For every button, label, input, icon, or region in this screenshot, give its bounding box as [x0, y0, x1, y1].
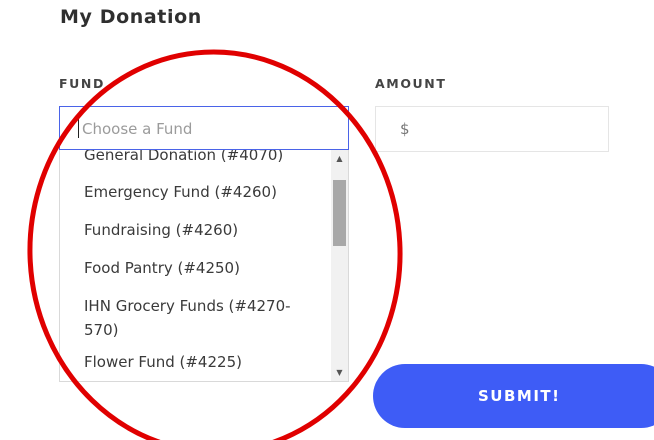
scrollbar-thumb[interactable] — [333, 180, 346, 246]
fund-option[interactable]: General Donation (#4070) — [60, 150, 332, 174]
fund-option[interactable]: IHN Grocery Funds (#4270-570) — [60, 288, 332, 348]
scroll-down-arrow-icon[interactable]: ▼ — [331, 364, 348, 381]
text-caret — [78, 119, 79, 138]
amount-label: AMOUNT — [375, 76, 447, 91]
fund-option[interactable]: Flower Fund (#4225) — [60, 348, 332, 381]
amount-field[interactable]: $ — [375, 106, 609, 152]
submit-button[interactable]: SUBMIT! — [373, 364, 654, 428]
scroll-up-arrow-icon[interactable]: ▲ — [331, 150, 348, 167]
fund-select[interactable] — [59, 106, 349, 151]
fund-label: FUND — [59, 76, 105, 91]
fund-search-input[interactable] — [80, 107, 334, 151]
currency-symbol: $ — [400, 120, 410, 138]
fund-dropdown-list[interactable]: General Donation (#4070) Emergency Fund … — [59, 150, 349, 382]
dropdown-scrollbar[interactable]: ▲ ▼ — [331, 150, 348, 381]
fund-option[interactable]: Emergency Fund (#4260) — [60, 174, 332, 212]
fund-option[interactable]: Food Pantry (#4250) — [60, 250, 332, 288]
fund-option[interactable]: Fundraising (#4260) — [60, 212, 332, 250]
page-title: My Donation — [60, 6, 202, 28]
